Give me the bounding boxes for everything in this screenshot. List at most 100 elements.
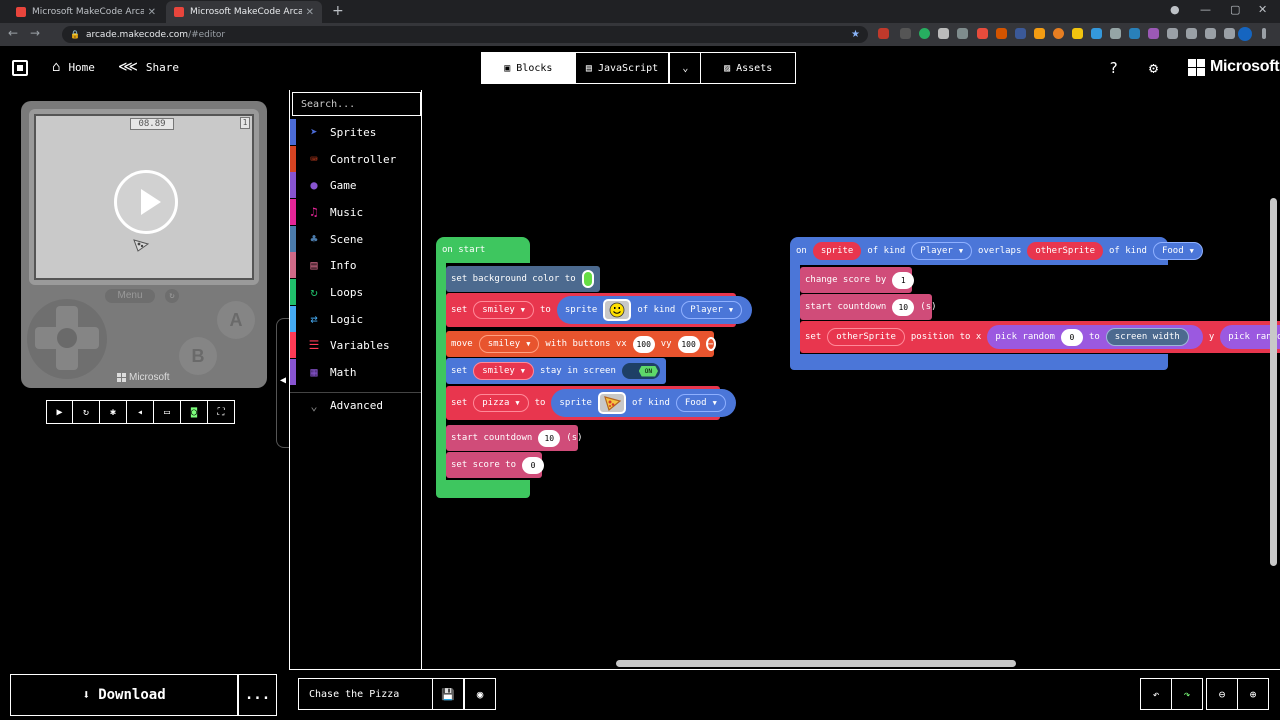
category-game[interactable]: ● Game: [290, 172, 421, 198]
zoom-in-button[interactable]: ⊕: [1237, 678, 1269, 710]
reset-icon[interactable]: ↻: [165, 289, 179, 303]
extension-icon[interactable]: [1015, 28, 1026, 39]
countdown-input[interactable]: 10: [538, 429, 561, 447]
countdown-input[interactable]: 10: [892, 298, 915, 316]
variable-dropdown-smiley[interactable]: smiley ▼: [473, 362, 534, 380]
reading-list-icon[interactable]: [1224, 28, 1235, 39]
play-overlay-icon[interactable]: [114, 170, 178, 234]
vx-input[interactable]: 100: [632, 335, 655, 353]
minimize-icon[interactable]: —: [1200, 3, 1211, 16]
tab-search-icon[interactable]: ●: [1170, 3, 1180, 16]
download-button[interactable]: ⬇ Download: [10, 674, 238, 716]
extension-icon[interactable]: [1167, 28, 1178, 39]
extension-icon[interactable]: [1034, 28, 1045, 39]
extension-icon[interactable]: [977, 28, 988, 39]
pick-random-block[interactable]: pick random 0 to screen width: [987, 325, 1203, 349]
save-button[interactable]: 💾: [432, 678, 464, 710]
score-input[interactable]: 0: [522, 456, 545, 474]
extension-icon[interactable]: [900, 28, 911, 39]
simulator-screen[interactable]: 08.89 1: [34, 114, 254, 280]
other-sprite-param[interactable]: otherSprite: [1027, 242, 1103, 260]
extensions-puzzle-icon[interactable]: [1186, 28, 1197, 39]
extension-icon[interactable]: [1072, 28, 1083, 39]
back-icon[interactable]: ←: [8, 26, 18, 40]
extension-icon[interactable]: [878, 28, 889, 39]
kind-dropdown-food[interactable]: Food ▼: [675, 394, 726, 412]
on-overlap-block[interactable]: on sprite of kind Player ▼ overlaps other…: [790, 237, 1203, 265]
vertical-scrollbar[interactable]: [1270, 198, 1277, 566]
share-button[interactable]: ⋘ Share: [118, 59, 179, 75]
variable-dropdown-pizza[interactable]: pizza ▼: [473, 394, 529, 412]
extension-icon[interactable]: [1053, 28, 1064, 39]
zoom-out-button[interactable]: ⊖: [1206, 678, 1238, 710]
extension-icon[interactable]: [1110, 28, 1121, 39]
vy-input[interactable]: 100: [677, 335, 700, 353]
variable-dropdown-smiley[interactable]: smiley ▼: [478, 335, 540, 353]
fullscreen-icon[interactable]: ⛶: [208, 400, 235, 424]
screen-width-block[interactable]: screen width: [1105, 328, 1189, 346]
set-smiley-sprite-block[interactable]: set smiley ▼ to sprite of kind Player ▼: [446, 293, 753, 327]
help-icon[interactable]: ?: [1109, 59, 1118, 77]
forward-icon[interactable]: →: [30, 26, 40, 40]
maximize-icon[interactable]: ▢: [1230, 3, 1240, 16]
other-sprite-variable[interactable]: otherSprite: [827, 328, 905, 346]
close-tab-icon[interactable]: ✕: [306, 7, 314, 18]
assets-tab[interactable]: ▨ Assets: [701, 53, 795, 83]
home-button[interactable]: ⌂ Home: [52, 59, 95, 75]
github-button[interactable]: ◉: [464, 678, 496, 710]
kind-dropdown-player[interactable]: Player ▼: [911, 242, 973, 260]
pizza-sprite-image[interactable]: [597, 392, 626, 414]
category-info[interactable]: ▤ Info: [290, 252, 421, 278]
undo-button[interactable]: ↶: [1140, 678, 1172, 710]
gear-icon[interactable]: ⚙: [1149, 59, 1158, 77]
set-score-block[interactable]: set score to 0: [446, 452, 545, 478]
color-swatch[interactable]: [581, 270, 594, 288]
category-scene[interactable]: ♣ Scene: [290, 226, 421, 252]
start-countdown-block[interactable]: start countdown 10 (s): [446, 425, 583, 451]
set-background-block[interactable]: set background color to: [446, 266, 600, 292]
address-bar[interactable]: 🔒 arcade.makecode.com/#editor ★: [62, 26, 868, 43]
change-score-input[interactable]: 1: [892, 271, 915, 289]
extension-icon[interactable]: [1148, 28, 1159, 39]
b-button[interactable]: B: [179, 337, 217, 375]
play-icon[interactable]: ▶: [46, 400, 73, 424]
stay-in-screen-toggle[interactable]: ON: [621, 363, 660, 379]
extension-icon[interactable]: [919, 28, 930, 39]
new-tab-icon[interactable]: +: [332, 3, 344, 19]
random-from-input[interactable]: 0: [1060, 328, 1083, 346]
extension-icon[interactable]: [957, 28, 968, 39]
move-with-buttons-block[interactable]: move smiley ▼ with buttons vx 100 vy 100 …: [446, 331, 716, 357]
javascript-tab[interactable]: ▤ JavaScript: [576, 53, 670, 83]
bookmark-star-icon[interactable]: ★: [851, 29, 860, 40]
toolbox-search-input[interactable]: [292, 92, 421, 116]
language-dropdown[interactable]: ⌄: [669, 52, 702, 84]
set-pizza-sprite-block[interactable]: set pizza ▼ to sprite of kind Food ▼: [446, 386, 736, 420]
horizontal-scrollbar[interactable]: [616, 660, 1016, 667]
close-window-icon[interactable]: ✕: [1258, 3, 1267, 16]
redo-button[interactable]: ↷: [1171, 678, 1203, 710]
smiley-sprite-image[interactable]: [603, 299, 632, 321]
kind-dropdown-food[interactable]: Food ▼: [1152, 242, 1203, 260]
sprite-param[interactable]: sprite: [812, 242, 862, 260]
debug-bug-icon[interactable]: ✱: [100, 400, 127, 424]
chrome-menu-icon[interactable]: [1262, 28, 1266, 39]
on-start-block[interactable]: on start: [436, 237, 530, 263]
category-music[interactable]: ♫ Music: [290, 199, 421, 225]
minus-circle-icon[interactable]: −: [705, 337, 716, 351]
extension-icon[interactable]: [938, 28, 949, 39]
mute-sound-icon[interactable]: ◂: [127, 400, 154, 424]
category-loops[interactable]: ↻ Loops: [290, 279, 421, 305]
category-controller[interactable]: ⌨ Controller: [290, 146, 421, 172]
browser-tab[interactable]: Microsoft MakeCode Arcade ✕: [8, 1, 164, 23]
restart-icon[interactable]: ↻: [73, 400, 100, 424]
close-tab-icon[interactable]: ✕: [148, 7, 156, 18]
category-math[interactable]: ▦ Math: [290, 359, 421, 385]
start-countdown-block[interactable]: start countdown 10 (s): [800, 294, 937, 320]
sprite-create-block[interactable]: sprite of kind Player ▼: [556, 296, 753, 324]
microsoft-logo[interactable]: Microsoft: [1188, 58, 1280, 76]
collapse-simulator-handle[interactable]: ◀: [276, 318, 290, 448]
category-advanced[interactable]: ⌄ Advanced: [290, 392, 421, 418]
a-button[interactable]: A: [217, 301, 255, 339]
more-options-button[interactable]: ...: [238, 674, 277, 716]
keyboard-icon[interactable]: ▭: [154, 400, 181, 424]
